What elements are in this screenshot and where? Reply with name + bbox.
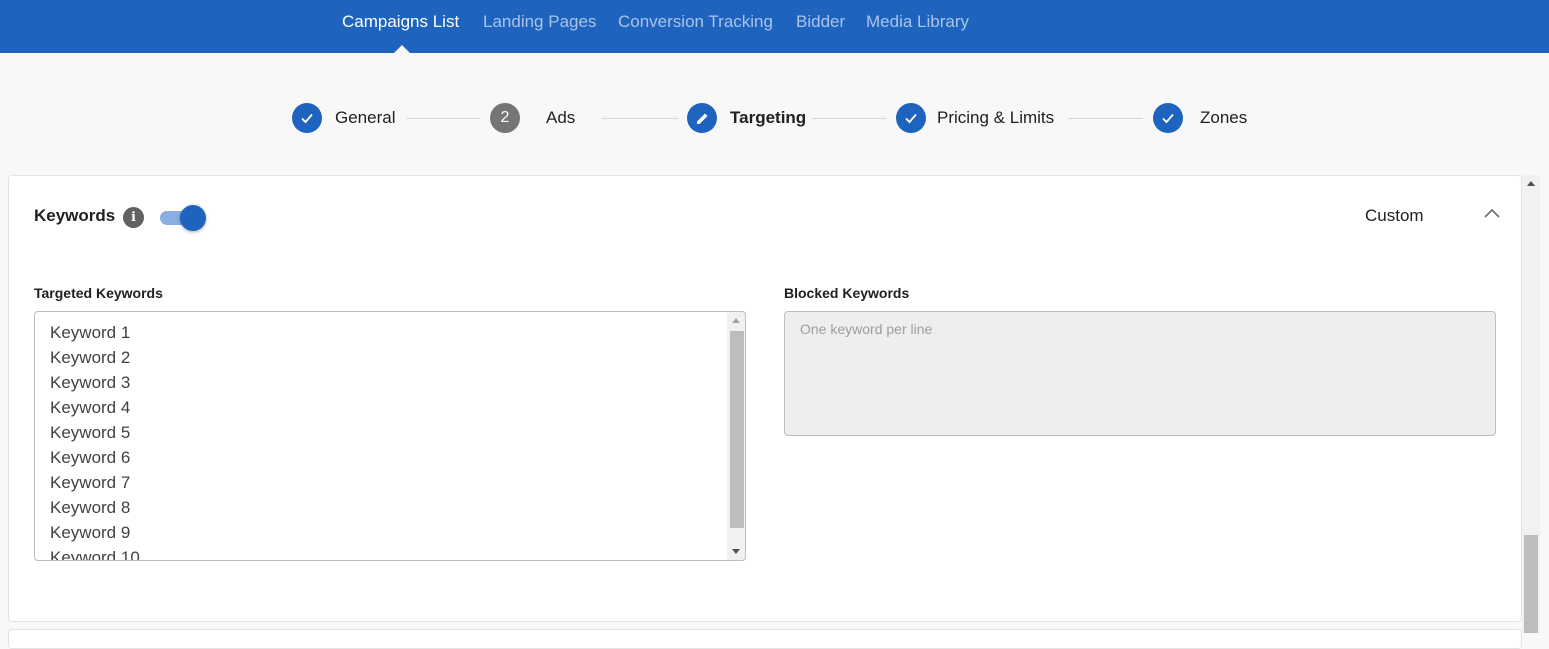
keyword-line: Keyword 2 [50, 348, 131, 367]
keyword-line: Keyword 9 [50, 523, 131, 542]
nav-bidder[interactable]: Bidder [796, 12, 845, 32]
nav-landing-pages[interactable]: Landing Pages [483, 12, 596, 32]
blocked-keywords-label: Blocked Keywords [784, 285, 910, 301]
active-nav-indicator [394, 45, 410, 53]
page-scrollbar[interactable] [1522, 175, 1540, 633]
nav-conversion-tracking[interactable]: Conversion Tracking [618, 12, 773, 32]
step-ads[interactable]: 2 Ads [490, 103, 575, 133]
keyword-line: Keyword 7 [50, 473, 131, 492]
step-connector [1068, 118, 1143, 119]
step-targeting[interactable]: Targeting [687, 103, 806, 133]
keyword-line: Keyword 5 [50, 423, 131, 442]
pencil-icon [687, 103, 717, 133]
targeted-keywords-label: Targeted Keywords [34, 285, 163, 301]
scroll-up-arrow-icon[interactable] [732, 318, 740, 323]
keyword-list: Keyword 1 Keyword 2 Keyword 3 Keyword 4 … [50, 320, 140, 561]
step-label: Pricing & Limits [937, 108, 1055, 127]
keywords-panel: Keywords i Custom Targeted Keywords Keyw… [8, 175, 1522, 622]
chevron-up-icon[interactable] [1481, 202, 1503, 224]
check-icon [292, 103, 322, 133]
keyword-line: Keyword 4 [50, 398, 131, 417]
step-label: General [335, 108, 396, 127]
mode-label: Custom [1365, 206, 1424, 225]
scrollbar-thumb[interactable] [730, 331, 744, 528]
info-icon[interactable]: i [123, 207, 144, 228]
toggle-thumb [180, 205, 206, 231]
keywords-toggle[interactable] [160, 204, 208, 232]
blocked-keywords-textarea[interactable] [784, 311, 1496, 436]
check-icon [896, 103, 926, 133]
nav-media-library[interactable]: Media Library [866, 12, 969, 32]
step-number-badge: 2 [490, 103, 520, 133]
step-label: Ads [546, 108, 576, 127]
textarea-scrollbar[interactable] [727, 312, 745, 560]
step-general[interactable]: General [292, 103, 395, 133]
keyword-line: Keyword 6 [50, 448, 131, 467]
step-zones[interactable]: Zones [1153, 103, 1247, 133]
scroll-up-arrow-icon[interactable] [1527, 181, 1535, 186]
keyword-line: Keyword 10 [50, 548, 140, 561]
keyword-line: Keyword 8 [50, 498, 131, 517]
next-panel [8, 629, 1522, 649]
top-navigation: Campaigns List Landing Pages Conversion … [0, 0, 1549, 53]
step-pricing-limits[interactable]: Pricing & Limits [896, 103, 1054, 133]
step-label: Zones [1200, 108, 1248, 127]
check-icon [1153, 103, 1183, 133]
panel-title: Keywords [34, 206, 116, 225]
step-label: Targeting [730, 108, 807, 127]
scroll-down-arrow-icon[interactable] [732, 549, 740, 554]
wizard-stepper: General 2 Ads Targeting Pricing & Limits… [0, 53, 1549, 175]
scrollbar-thumb[interactable] [1524, 535, 1538, 633]
step-connector [602, 118, 678, 119]
targeted-keywords-textarea[interactable]: Keyword 1 Keyword 2 Keyword 3 Keyword 4 … [34, 311, 746, 561]
keyword-line: Keyword 1 [50, 323, 131, 342]
step-connector [812, 118, 886, 119]
step-connector [406, 118, 480, 119]
nav-campaigns-list[interactable]: Campaigns List [342, 12, 459, 32]
keyword-line: Keyword 3 [50, 373, 131, 392]
